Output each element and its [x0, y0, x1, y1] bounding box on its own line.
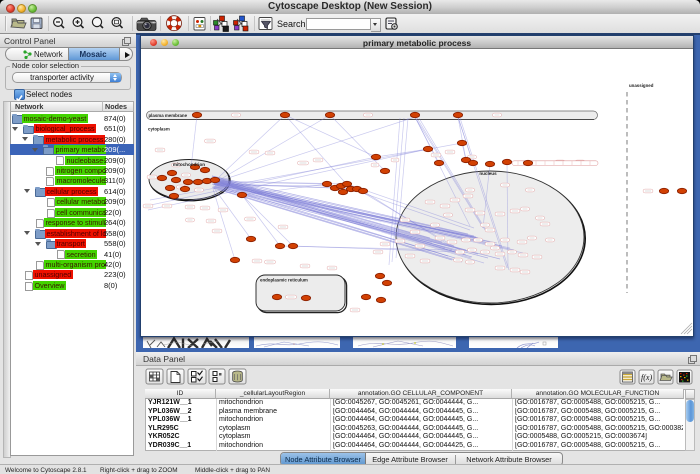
- svg-text:mitochondrion: mitochondrion: [173, 162, 205, 167]
- svg-text:plasma membrane: plasma membrane: [149, 113, 188, 118]
- svg-text:endoplasmic reticulum: endoplasmic reticulum: [260, 278, 308, 283]
- svg-text:nucleus: nucleus: [479, 171, 497, 176]
- svg-text:cytoplasm: cytoplasm: [148, 127, 170, 132]
- svg-text:unassigned: unassigned: [629, 83, 654, 88]
- svg-text:f(x): f(x): [641, 373, 652, 382]
